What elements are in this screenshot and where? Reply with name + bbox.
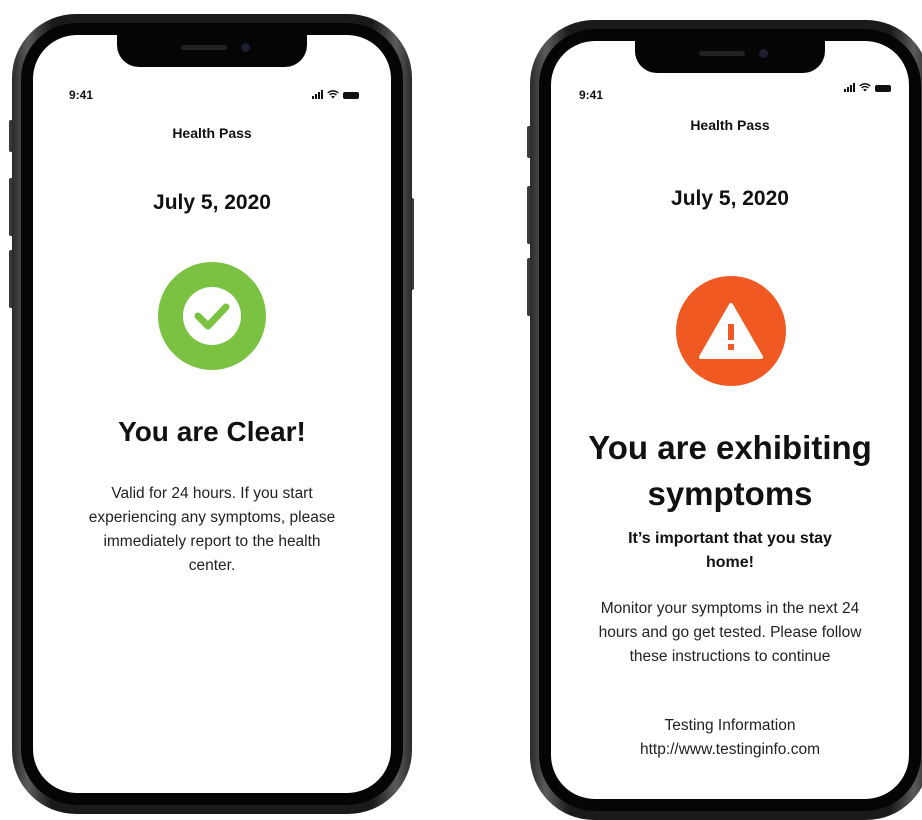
pass-date: July 5, 2020 xyxy=(153,191,271,214)
notch xyxy=(635,41,825,73)
speaker xyxy=(699,51,745,56)
right-phone-frame: 9:41 Health Pass July 5, 2020 You are ex… xyxy=(530,20,922,820)
status-headline: You are exhibiting symptoms xyxy=(588,429,872,512)
status-description: Valid for 24 hours. If you start experie… xyxy=(88,485,336,574)
wifi-icon xyxy=(859,83,871,92)
wifi-icon xyxy=(327,90,339,99)
camera-icon xyxy=(759,49,768,58)
testing-info-label: Testing Information xyxy=(664,717,796,734)
signal-icon xyxy=(844,83,855,92)
battery-icon xyxy=(343,92,359,99)
clear-status-badge xyxy=(158,262,266,370)
signal-icon xyxy=(312,90,323,99)
nav-title: Health Pass xyxy=(172,125,252,141)
left-phone-screen: 9:41 Health Pass July 5, 2020 You are Cl… xyxy=(33,35,391,793)
status-time: 9:41 xyxy=(69,88,94,102)
notch xyxy=(117,35,307,67)
status-headline: You are Clear! xyxy=(118,416,306,447)
status-subheadline: It’s important that you stay home! xyxy=(628,530,832,571)
camera-icon xyxy=(241,43,250,52)
right-phone-screen: 9:41 Health Pass July 5, 2020 You are ex… xyxy=(551,41,909,799)
nav-title: Health Pass xyxy=(690,117,770,133)
warning-status-badge xyxy=(676,276,786,386)
status-icons xyxy=(844,82,891,92)
left-phone-frame: 9:41 Health Pass July 5, 2020 You are Cl… xyxy=(12,14,412,814)
pass-date: July 5, 2020 xyxy=(671,187,789,210)
checkmark-icon xyxy=(183,287,241,345)
status-time: 9:41 xyxy=(579,88,604,102)
battery-icon xyxy=(875,85,891,92)
warning-icon xyxy=(699,303,763,359)
status-icons xyxy=(312,89,359,99)
status-description: Monitor your symptoms in the next 24 hou… xyxy=(598,600,862,665)
speaker xyxy=(181,45,227,50)
testing-info-link[interactable]: http://www.testinginfo.com xyxy=(551,738,909,762)
